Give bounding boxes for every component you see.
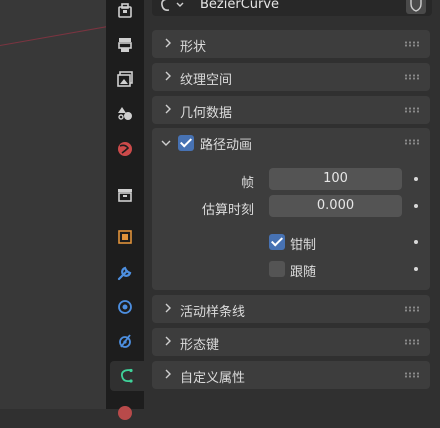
panel-title: 形态键 — [180, 338, 220, 353]
panel-geometry[interactable]: 几何数据 — [152, 96, 430, 124]
animate-property-dot[interactable] — [414, 177, 418, 181]
tool-icon — [118, 3, 132, 18]
particles-tab[interactable] — [110, 292, 140, 322]
curve-data-icon — [161, 0, 184, 11]
drag-handle-icon[interactable] — [404, 41, 420, 47]
follow-label: 跟随 — [290, 265, 317, 280]
frames-label: 帧 — [240, 176, 254, 191]
panel-texture-space[interactable]: 纹理空间 — [152, 63, 430, 91]
material-tab[interactable] — [110, 398, 140, 428]
drag-handle-icon[interactable] — [404, 306, 420, 312]
material-icon — [118, 406, 132, 420]
drag-handle-icon[interactable] — [404, 339, 420, 345]
panel-title: 几何数据 — [180, 106, 233, 121]
viewport-axis-line — [0, 20, 106, 46]
chevron-right-icon — [165, 38, 171, 48]
3d-viewport-edge[interactable] — [0, 0, 106, 409]
chevron-right-icon — [165, 71, 171, 81]
drag-handle-icon[interactable] — [404, 372, 420, 378]
modifier-icon — [117, 266, 132, 281]
drag-handle-icon[interactable] — [404, 139, 420, 145]
physics-tab[interactable] — [110, 326, 140, 356]
output-tab[interactable] — [110, 64, 140, 94]
panel-title: 活动样条线 — [180, 305, 246, 320]
curve-data-tab[interactable] — [110, 361, 144, 391]
panel-title: 形状 — [180, 40, 207, 55]
datablock-selector[interactable]: BezierCurve — [152, 0, 432, 16]
chevron-right-icon — [165, 303, 171, 313]
drag-handle-icon[interactable] — [404, 107, 420, 113]
panel-custom-properties[interactable]: 自定义属性 — [152, 361, 430, 389]
scene-tab[interactable] — [110, 134, 140, 164]
object-tab[interactable] — [110, 222, 140, 252]
chevron-right-icon — [165, 336, 171, 346]
frames-field[interactable]: 100 — [269, 168, 402, 190]
panel-title: 自定义属性 — [180, 371, 246, 386]
render-tab[interactable] — [110, 30, 140, 60]
animate-property-dot[interactable] — [414, 240, 418, 244]
eval-time-field[interactable]: 0.000 — [269, 195, 402, 217]
panel-path-animation: 路径动画 帧 100 估算时刻 0.000 钳制 跟随 — [152, 128, 430, 290]
chevron-right-icon — [165, 104, 171, 114]
follow-checkbox[interactable] — [269, 261, 285, 277]
clamp-label: 钳制 — [290, 238, 317, 253]
panel-active-spline[interactable]: 活动样条线 — [152, 295, 430, 323]
particles-icon — [118, 300, 132, 314]
animate-property-dot[interactable] — [414, 204, 418, 208]
collection-tab[interactable] — [110, 180, 140, 210]
tool-tab[interactable] — [110, 0, 140, 26]
panel-shape-keys[interactable]: 形态键 — [152, 328, 430, 356]
panel-title: 路径动画 — [200, 138, 253, 153]
path-animation-toggle[interactable] — [178, 135, 194, 151]
render-icon — [118, 38, 132, 52]
fake-user-shield-icon[interactable] — [406, 0, 426, 14]
physics-icon — [119, 334, 131, 348]
world-icon — [118, 142, 132, 156]
collection-icon — [118, 189, 132, 202]
eval-time-label: 估算时刻 — [201, 203, 254, 218]
view-layer-tab[interactable] — [110, 98, 140, 128]
clamp-checkbox[interactable] — [269, 234, 285, 250]
drag-handle-icon[interactable] — [404, 74, 420, 80]
properties-tab-bar — [106, 0, 144, 420]
panel-title: 纹理空间 — [180, 73, 233, 88]
modifier-tab[interactable] — [110, 258, 140, 288]
panel-shape[interactable]: 形状 — [152, 30, 430, 58]
chevron-right-icon — [165, 369, 171, 379]
output-icon — [117, 71, 133, 87]
curve-type-dropdown[interactable] — [158, 0, 188, 18]
object-icon — [118, 230, 132, 244]
datablock-name[interactable]: BezierCurve — [200, 0, 279, 12]
curve-data-icon — [121, 368, 133, 383]
chevron-down-icon[interactable] — [160, 137, 172, 149]
animate-property-dot[interactable] — [414, 267, 418, 271]
view-layer-icon — [118, 107, 132, 120]
properties-editor: BezierCurve 形状 纹理空间 几何数据 路径动画 帧 100 估算时刻… — [144, 0, 440, 409]
